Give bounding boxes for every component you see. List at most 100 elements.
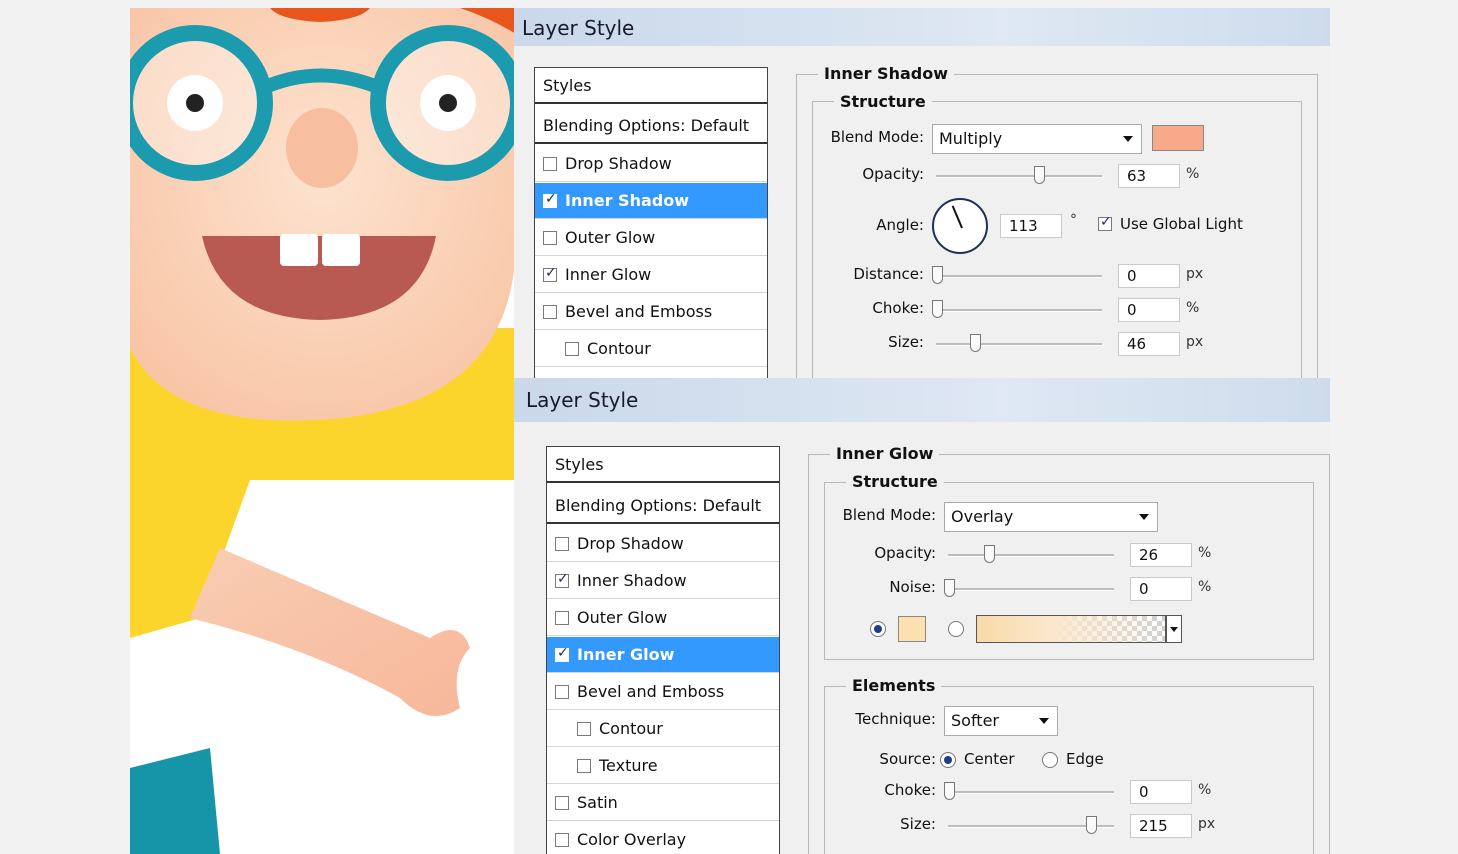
choke-slider-thumb[interactable] [932,300,943,318]
choke-label: Choke: [872,299,924,317]
style-item-inner-shadow[interactable]: Inner Shadow [547,563,779,599]
gradient-radio[interactable] [948,621,964,637]
structure-title: Structure [834,92,932,111]
checkbox[interactable] [543,191,557,208]
cartoon-boy-artwork [130,8,516,854]
section-title: Inner Glow [830,444,940,463]
checkbox[interactable] [543,230,557,245]
size-slider-track[interactable] [936,343,1102,346]
gradient-picker[interactable] [976,615,1166,643]
style-item-outer-glow[interactable]: Outer Glow [535,220,767,256]
checkbox[interactable] [555,795,569,810]
unit-percent: % [1198,545,1212,561]
styles-header[interactable]: Styles [547,447,779,483]
style-item-bevel-emboss[interactable]: Bevel and Emboss [547,674,779,710]
angle-dial[interactable] [932,198,988,254]
style-item-inner-shadow[interactable]: Inner Shadow [535,183,767,219]
style-item-satin[interactable]: Satin [547,785,779,821]
opacity-slider-track[interactable] [948,554,1114,557]
blending-options-item[interactable]: Blending Options: Default [535,108,767,144]
noise-slider-thumb[interactable] [944,579,955,597]
use-global-light[interactable]: Use Global Light [1098,214,1243,233]
dialog-title: Layer Style [522,16,635,40]
checkbox[interactable] [543,265,557,282]
degree-symbol: ° [1070,212,1077,228]
blending-options-item[interactable]: Blending Options: Default [547,488,779,524]
styles-header[interactable]: Styles [535,68,767,104]
blend-mode-label: Blend Mode: [830,128,924,146]
style-item-contour[interactable]: Contour [535,331,767,367]
style-item-outer-glow[interactable]: Outer Glow [547,600,779,636]
source-center-radio[interactable] [940,752,956,768]
style-item-texture[interactable]: Texture [547,748,779,784]
checkbox[interactable] [555,610,569,625]
size-slider-thumb[interactable] [1086,816,1097,834]
blend-mode-select[interactable]: Overlay [944,502,1158,532]
dialog-title: Layer Style [526,388,639,412]
chevron-down-icon [1170,627,1178,632]
opacity-slider-thumb[interactable] [1034,166,1045,184]
unit-px: px [1186,266,1204,282]
angle-input[interactable]: 113 [1000,214,1062,238]
style-item-color-overlay[interactable]: Color Overlay [547,822,779,854]
use-global-light-checkbox[interactable] [1098,214,1112,231]
checkbox[interactable] [565,341,579,356]
opacity-slider-thumb[interactable] [984,545,995,563]
checkbox[interactable] [555,645,569,662]
checkbox[interactable] [577,758,591,773]
style-item-drop-shadow[interactable]: Drop Shadow [535,146,767,182]
style-item-bevel-emboss[interactable]: Bevel and Emboss [535,294,767,330]
technique-label: Technique: [855,710,936,728]
style-item-contour[interactable]: Contour [547,711,779,747]
checkbox[interactable] [555,571,569,588]
blend-mode-label: Blend Mode: [842,506,936,524]
shadow-color-swatch[interactable] [1152,125,1204,151]
noise-input[interactable]: 0 [1130,577,1192,601]
blend-mode-select[interactable]: Multiply [932,124,1142,154]
unit-percent: % [1186,166,1200,182]
solid-color-radio[interactable] [870,621,886,637]
checkbox[interactable] [555,832,569,847]
gradient-dropdown-button[interactable] [1166,615,1182,643]
style-item-drop-shadow[interactable]: Drop Shadow [547,526,779,562]
chevron-down-icon [1139,514,1149,520]
choke-slider-thumb[interactable] [944,782,955,800]
checkbox[interactable] [543,156,557,171]
checkbox[interactable] [555,684,569,699]
opacity-label: Opacity: [862,165,924,183]
size-input[interactable]: 215 [1130,814,1192,838]
size-slider-thumb[interactable] [970,334,981,352]
chevron-down-icon [1039,718,1049,724]
opacity-input[interactable]: 63 [1118,164,1180,188]
opacity-slider-track[interactable] [936,175,1102,178]
choke-slider-track[interactable] [936,309,1102,312]
checkbox[interactable] [555,536,569,551]
noise-slider-track[interactable] [948,588,1114,591]
opacity-input[interactable]: 26 [1130,543,1192,567]
choke-input[interactable]: 0 [1130,780,1192,804]
size-input[interactable]: 46 [1118,332,1180,356]
noise-label: Noise: [889,578,936,596]
choke-slider-track[interactable] [948,791,1114,794]
choke-label: Choke: [884,781,936,799]
unit-px: px [1186,334,1204,350]
distance-slider-track[interactable] [936,275,1102,278]
glow-color-swatch[interactable] [898,616,926,642]
dialog-titlebar[interactable]: Layer Style [514,378,1330,422]
checkbox[interactable] [543,304,557,319]
checkbox[interactable] [577,721,591,736]
unit-percent: % [1186,300,1200,316]
technique-select[interactable]: Softer [944,706,1058,736]
dialog-titlebar[interactable]: Layer Style [514,8,1330,46]
source-edge-radio[interactable] [1042,752,1058,768]
distance-label: Distance: [853,265,924,283]
style-item-inner-glow[interactable]: Inner Glow [547,637,779,673]
style-item-inner-glow[interactable]: Inner Glow [535,257,767,293]
layer-style-dialog-inner-glow: Layer Style Styles Blending Options: Def… [514,378,1330,854]
choke-input[interactable]: 0 [1118,298,1180,322]
distance-slider-thumb[interactable] [932,266,943,284]
distance-input[interactable]: 0 [1118,264,1180,288]
size-label: Size: [900,815,936,833]
structure-title: Structure [846,472,944,491]
source-center-label: Center [964,750,1015,768]
